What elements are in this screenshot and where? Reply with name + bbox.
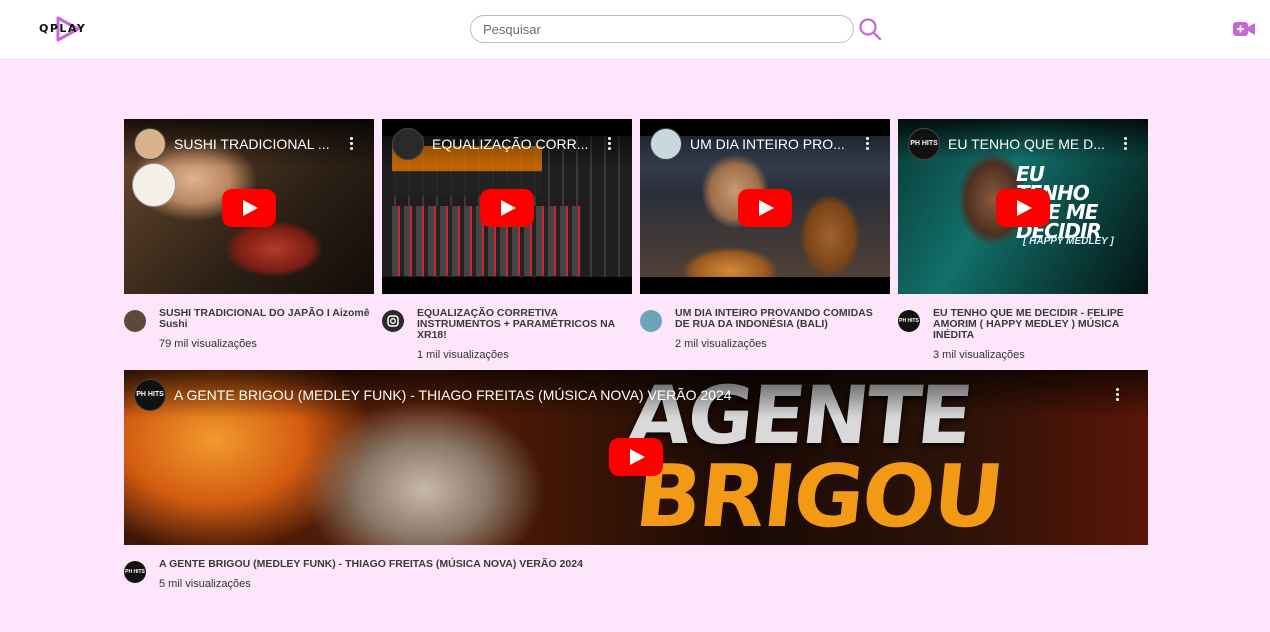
thumbnail-title: SUSHI TRADICIONAL ... xyxy=(174,136,330,152)
video-meta: UM DIA INTEIRO PROVANDO COMIDAS DE RUA D… xyxy=(640,308,890,350)
video-card[interactable]: UM DIA INTEIRO PRO... UM DIA INTEIRO PRO… xyxy=(640,119,890,350)
instagram-icon xyxy=(387,315,399,327)
play-icon[interactable] xyxy=(996,189,1050,227)
more-vertical-icon[interactable] xyxy=(1116,388,1120,402)
more-vertical-icon[interactable] xyxy=(866,137,870,151)
more-vertical-icon[interactable] xyxy=(608,137,612,151)
search-input[interactable] xyxy=(470,15,854,43)
video-card[interactable]: SUSHI TRADICIONAL ... SUSHI TRADICIONAL … xyxy=(124,119,374,350)
thumbnail-subtext: [ HAPPY MEDLEY ] xyxy=(1023,236,1114,247)
video-thumbnail[interactable]: EU TENHO QUE ME DECIDIR [ HAPPY MEDLEY ]… xyxy=(898,119,1148,294)
more-vertical-icon[interactable] xyxy=(1124,137,1128,151)
video-thumbnail[interactable]: EQUALIZAÇÃO CORR... xyxy=(382,119,632,294)
channel-logo-text: PH HITS xyxy=(125,569,145,575)
play-icon[interactable] xyxy=(738,189,792,227)
video-title[interactable]: SUSHI TRADICIONAL DO JAPÃO I Aizomê Sush… xyxy=(159,308,374,330)
video-meta: PH HITS EU TENHO QUE ME DECIDIR - FELIPE… xyxy=(898,308,1148,361)
channel-avatar[interactable] xyxy=(124,310,146,332)
channel-logo-text: PH HITS xyxy=(899,318,919,324)
upload-video-button[interactable] xyxy=(1233,20,1255,38)
channel-avatar xyxy=(650,128,682,160)
thumbnail-text-bottom: BRIGOU xyxy=(630,447,1007,545)
video-title[interactable]: EU TENHO QUE ME DECIDIR - FELIPE AMORIM … xyxy=(933,308,1148,341)
view-count: 79 mil visualizações xyxy=(159,338,257,350)
video-card[interactable]: EQUALIZAÇÃO CORR... EQUALIZAÇÃO CORRETIV… xyxy=(382,119,632,361)
search-button[interactable] xyxy=(858,17,882,41)
video-thumbnail[interactable]: AGENTE BRIGOU PH HITS A GENTE BRIGOU (ME… xyxy=(124,370,1148,545)
app-logo[interactable]: QPLAY xyxy=(38,16,100,42)
video-title[interactable]: A GENTE BRIGOU (MEDLEY FUNK) - THIAGO FR… xyxy=(159,559,1148,570)
channel-avatar: PH HITS xyxy=(134,379,166,411)
sushi-logo-icon xyxy=(132,163,176,207)
channel-avatar xyxy=(134,128,166,160)
channel-avatar[interactable]: PH HITS xyxy=(124,561,146,583)
play-icon[interactable] xyxy=(222,189,276,227)
channel-avatar[interactable] xyxy=(382,310,404,332)
video-meta: SUSHI TRADICIONAL DO JAPÃO I Aizomê Sush… xyxy=(124,308,374,350)
video-camera-add-icon xyxy=(1233,22,1255,36)
logo-text: QPLAY xyxy=(39,22,87,35)
channel-avatar xyxy=(392,128,424,160)
channel-logo-text: PH HITS xyxy=(910,140,938,147)
video-card[interactable]: AGENTE BRIGOU PH HITS A GENTE BRIGOU (ME… xyxy=(124,370,1148,590)
more-vertical-icon[interactable] xyxy=(350,137,354,151)
channel-logo-text: PH HITS xyxy=(136,391,164,398)
video-thumbnail[interactable]: UM DIA INTEIRO PRO... xyxy=(640,119,890,294)
channel-avatar[interactable] xyxy=(640,310,662,332)
video-title[interactable]: EQUALIZAÇÃO CORRETIVA INSTRUMENTOS + PAR… xyxy=(417,308,632,341)
video-card[interactable]: EU TENHO QUE ME DECIDIR [ HAPPY MEDLEY ]… xyxy=(898,119,1148,361)
video-meta: EQUALIZAÇÃO CORRETIVA INSTRUMENTOS + PAR… xyxy=(382,308,632,361)
view-count: 3 mil visualizações xyxy=(933,349,1025,361)
top-header: QPLAY xyxy=(0,0,1270,60)
play-icon[interactable] xyxy=(480,189,534,227)
play-icon[interactable] xyxy=(609,438,663,476)
view-count: 2 mil visualizações xyxy=(675,338,767,350)
video-thumbnail[interactable]: SUSHI TRADICIONAL ... xyxy=(124,119,374,294)
channel-avatar[interactable]: PH HITS xyxy=(898,310,920,332)
video-title[interactable]: UM DIA INTEIRO PROVANDO COMIDAS DE RUA D… xyxy=(675,308,890,330)
thumbnail-title: A GENTE BRIGOU (MEDLEY FUNK) - THIAGO FR… xyxy=(174,387,732,403)
thumbnail-title: EU TENHO QUE ME D... xyxy=(948,136,1105,152)
video-meta: PH HITS A GENTE BRIGOU (MEDLEY FUNK) - T… xyxy=(124,559,1148,590)
thumbnail-title: UM DIA INTEIRO PRO... xyxy=(690,136,845,152)
thumbnail-title: EQUALIZAÇÃO CORR... xyxy=(432,136,589,152)
search-icon xyxy=(859,18,882,41)
channel-avatar: PH HITS xyxy=(908,128,940,160)
view-count: 5 mil visualizações xyxy=(159,578,251,590)
view-count: 1 mil visualizações xyxy=(417,349,509,361)
